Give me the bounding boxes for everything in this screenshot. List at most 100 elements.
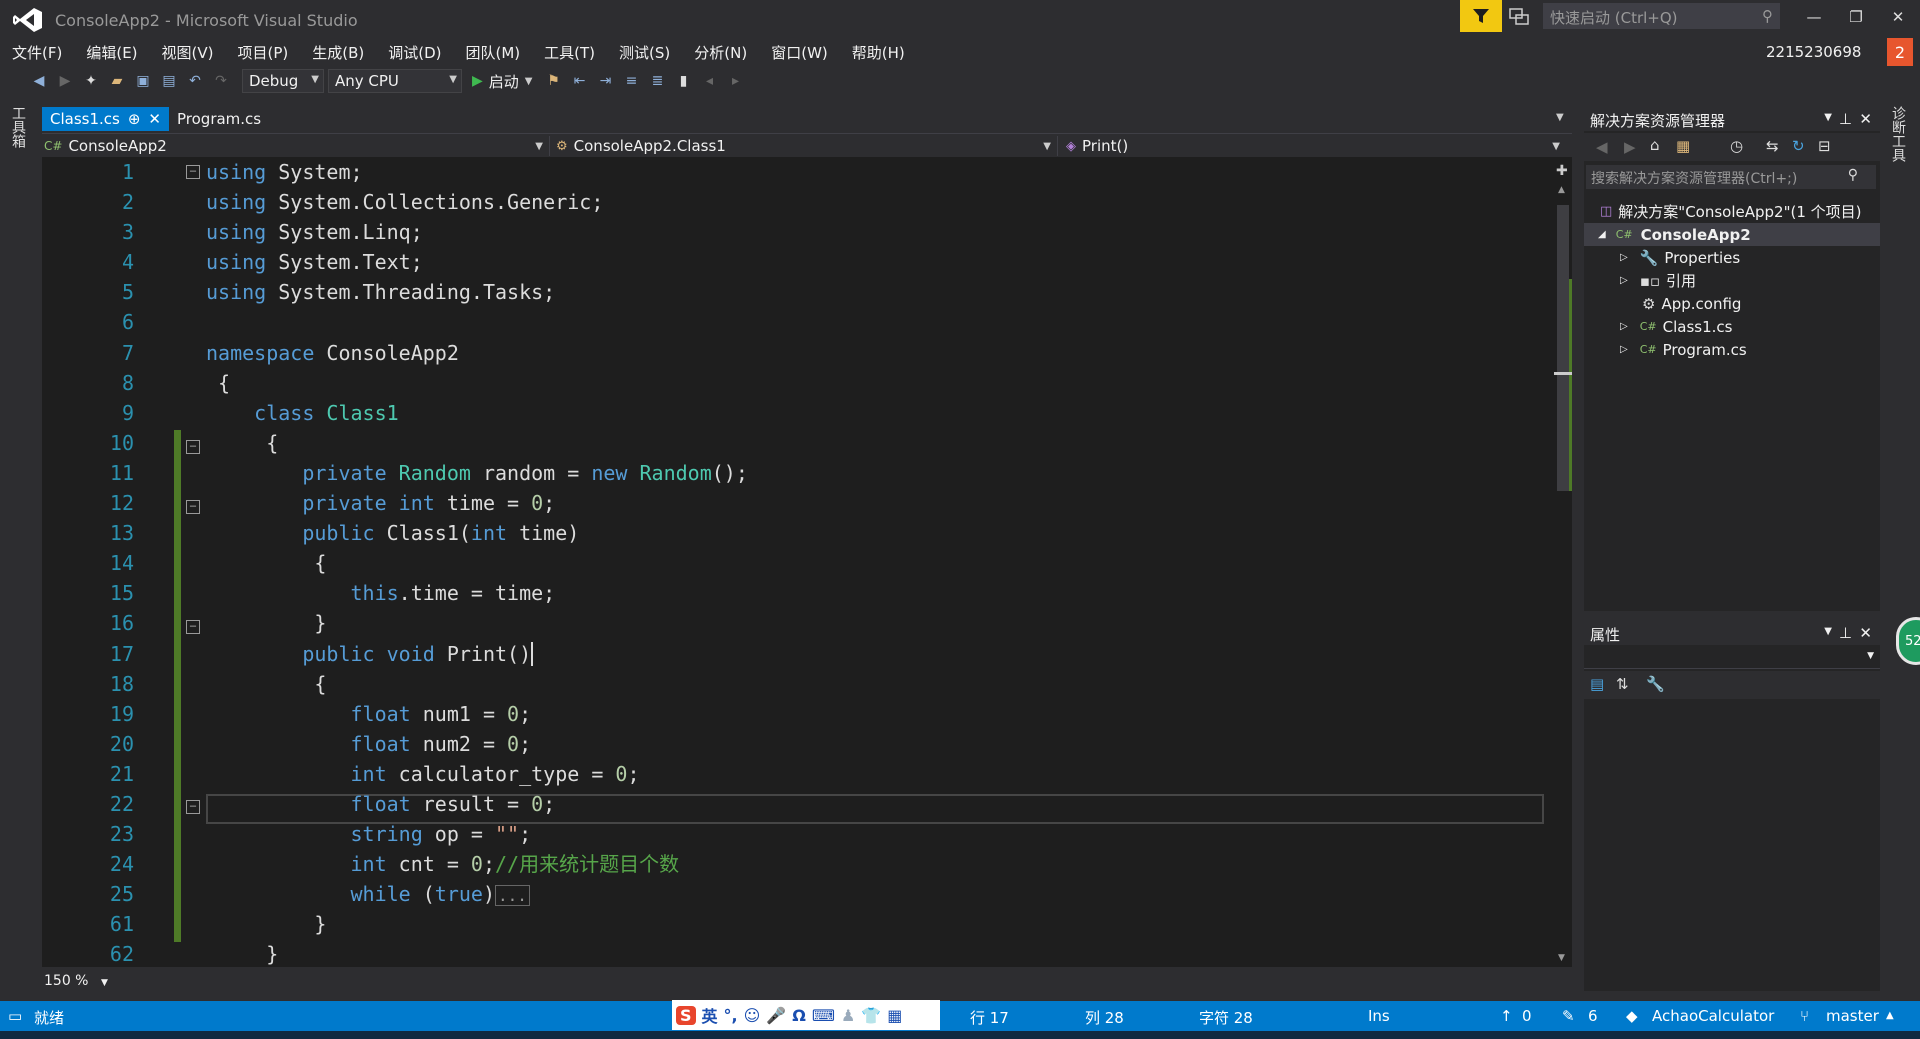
close-icon[interactable]: ✕ [148, 110, 161, 128]
forward-icon[interactable]: ▶ [54, 70, 76, 92]
microphone-icon[interactable]: 🎤 [766, 1006, 786, 1025]
platform-dropdown[interactable]: Any CPU ▼ [328, 69, 462, 93]
config-dropdown[interactable]: Debug ▼ [242, 69, 324, 93]
uncomment-icon[interactable]: ≣ [647, 70, 669, 92]
menu-file[interactable]: 文件(F) [0, 40, 74, 64]
forward-icon[interactable]: ▶ [1624, 138, 1636, 156]
collapse-icon[interactable]: − [186, 620, 200, 634]
home-icon[interactable]: ⌂ [1650, 136, 1660, 154]
menu-project[interactable]: 项目(P) [226, 40, 301, 64]
dropdown-icon[interactable]: ▼ [1824, 112, 1832, 123]
status-branch[interactable]: master [1826, 1007, 1879, 1025]
switch-views-icon[interactable]: ▦ [1676, 137, 1690, 155]
project-dropdown[interactable]: C# ConsoleApp2 ▼ [44, 136, 550, 156]
tree-project[interactable]: ◢ C# ConsoleApp2 [1584, 223, 1880, 246]
pin-icon[interactable]: ⊥ [1839, 110, 1852, 128]
status-up-count[interactable]: 0 [1522, 1007, 1532, 1025]
sync-icon[interactable]: ⇆ [1766, 137, 1779, 155]
scroll-up-icon[interactable]: ▲ [1558, 185, 1565, 195]
collapse-all-icon[interactable]: ⊟ [1818, 137, 1831, 155]
diagnostic-tools-tab[interactable]: 诊断工具 [1888, 106, 1908, 162]
tree-item-class1[interactable]: ▷ C# Class1.cs [1584, 315, 1880, 338]
menu-tools[interactable]: 工具(T) [532, 40, 607, 64]
new-project-icon[interactable]: ✦ [80, 70, 102, 92]
expand-arrow-icon[interactable]: ▷ [1620, 321, 1628, 332]
ime-language[interactable]: 英 [702, 1003, 718, 1027]
collapsed-region[interactable]: ... [495, 885, 530, 907]
vertical-scrollbar[interactable]: ✚ ▲ ▼ [1554, 157, 1572, 967]
member-dropdown[interactable]: ◈ Print() ▼ [1066, 136, 1566, 156]
comment-icon[interactable]: ≡ [621, 70, 643, 92]
close-icon[interactable]: ✕ [1859, 110, 1872, 128]
tree-item-properties[interactable]: ▷ 🔧 Properties [1584, 246, 1880, 269]
save-all-icon[interactable]: ▤ [158, 70, 180, 92]
alphabetical-icon[interactable]: ⇅ [1616, 675, 1629, 693]
undo-icon[interactable]: ↶ [184, 70, 206, 92]
class-dropdown[interactable]: ⚙ ConsoleApp2.Class1 ▼ [556, 136, 1058, 156]
search-icon[interactable]: ⚲ [1848, 167, 1858, 183]
expand-arrow-icon[interactable]: ▷ [1620, 344, 1628, 355]
redo-icon[interactable]: ↷ [210, 70, 232, 92]
properties-object-selector[interactable]: ▼ [1584, 647, 1880, 669]
refresh-icon[interactable]: ↻ [1792, 137, 1805, 155]
collapse-icon[interactable]: − [186, 800, 200, 814]
split-icon[interactable]: ✚ [1556, 163, 1568, 179]
menu-window[interactable]: 窗口(W) [759, 40, 840, 64]
menu-help[interactable]: 帮助(H) [840, 40, 917, 64]
menu-view[interactable]: 视图(V) [150, 40, 226, 64]
menu-build[interactable]: 生成(B) [300, 40, 376, 64]
tree-item-references[interactable]: ▷ ▪▫ 引用 [1584, 269, 1880, 292]
repo-icon[interactable]: ◆ [1626, 1007, 1638, 1025]
menu-debug[interactable]: 调试(D) [376, 40, 453, 64]
menu-edit[interactable]: 编辑(E) [74, 40, 149, 64]
filter-icon[interactable] [1460, 0, 1502, 32]
sogou-logo-icon[interactable]: S [676, 1005, 696, 1025]
dropdown-icon[interactable]: ▼ [1824, 626, 1832, 637]
push-icon[interactable]: ↑ [1500, 1007, 1513, 1025]
panel-separator[interactable] [1572, 98, 1584, 996]
close-window-button[interactable]: ✕ [1878, 4, 1918, 30]
menu-team[interactable]: 团队(M) [454, 40, 533, 64]
back-icon[interactable]: ◀ [28, 70, 50, 92]
feedback-icon[interactable] [1508, 6, 1532, 28]
menu-test[interactable]: 测试(S) [607, 40, 682, 64]
emoji-icon[interactable]: ☺ [744, 1006, 761, 1025]
restore-button[interactable]: ❐ [1836, 4, 1876, 30]
tab-program[interactable]: Program.cs [169, 107, 269, 131]
symbol-icon[interactable]: Ω [792, 1006, 806, 1025]
collapse-icon[interactable]: − [186, 440, 200, 454]
search-icon[interactable]: ⚲ [1762, 7, 1773, 25]
history-icon[interactable]: ◷ [1730, 137, 1743, 155]
tab-overflow-icon[interactable]: ▼ [1556, 112, 1564, 123]
pin-icon[interactable]: ⊕ [128, 110, 141, 128]
property-pages-icon[interactable]: 🔧 [1646, 675, 1665, 693]
toolbox-tab[interactable]: 工具箱 [8, 106, 28, 148]
back-icon[interactable]: ◀ [1596, 138, 1608, 156]
pin-icon[interactable]: ⊥ [1839, 624, 1852, 642]
branch-menu-icon[interactable]: ▲ [1886, 1010, 1894, 1021]
branch-icon[interactable]: ⑂ [1800, 1007, 1809, 1025]
keyboard-icon[interactable]: ⌨ [812, 1006, 835, 1025]
skin-icon[interactable]: 👕 [861, 1006, 881, 1025]
prev-bookmark-icon[interactable]: ◂ [699, 70, 721, 92]
quick-launch-input[interactable]: 快速启动 (Ctrl+Q) ⚲ [1543, 3, 1780, 29]
collapse-icon[interactable]: − [186, 165, 200, 179]
tab-class1[interactable]: Class1.cs ⊕ ✕ [42, 107, 169, 131]
bookmark-icon[interactable]: ▮ [673, 70, 695, 92]
expand-arrow-icon[interactable]: ▷ [1620, 275, 1628, 286]
tree-item-appconfig[interactable]: ⚙ App.config [1584, 292, 1880, 315]
tree-solution[interactable]: ◫ 解决方案"ConsoleApp2"(1 个项目) [1584, 200, 1880, 223]
user-icon[interactable]: ♟ [841, 1006, 855, 1025]
open-file-icon[interactable]: ▰ [106, 70, 128, 92]
minimize-button[interactable]: — [1794, 4, 1834, 30]
next-bookmark-icon[interactable]: ▸ [725, 70, 747, 92]
punctuation-icon[interactable]: °, [724, 1006, 738, 1025]
expand-arrow-icon[interactable]: ▷ [1620, 252, 1628, 263]
step-icon[interactable]: ⇤ [569, 70, 591, 92]
categorized-icon[interactable]: ▤ [1590, 675, 1604, 693]
user-account[interactable]: 2215230698 [1766, 43, 1861, 61]
tree-item-program[interactable]: ▷ C# Program.cs [1584, 338, 1880, 361]
zoom-dropdown[interactable]: 150 % ▼ [44, 973, 108, 989]
solution-search-input[interactable]: 搜索解决方案资源管理器(Ctrl+;) ⚲ [1586, 165, 1876, 189]
status-repo[interactable]: AchaoCalculator [1652, 1007, 1774, 1025]
